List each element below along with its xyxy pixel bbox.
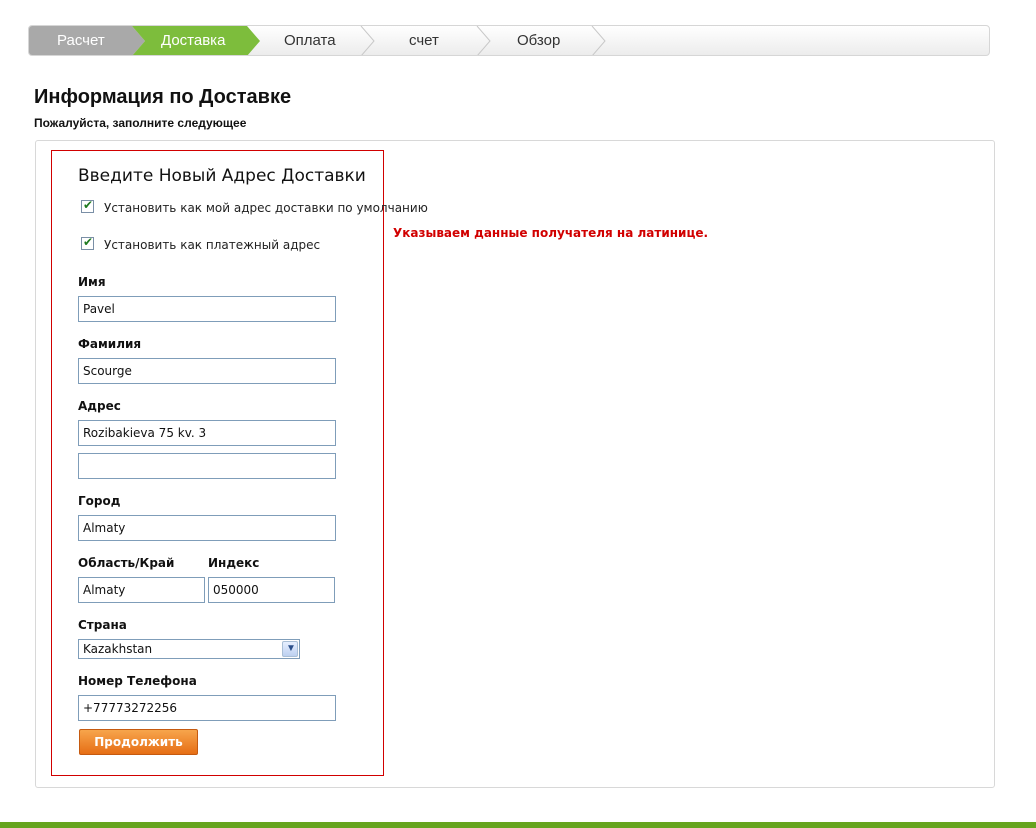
continue-button[interactable]: Продолжить: [79, 729, 198, 755]
city-input[interactable]: Almaty: [78, 515, 336, 541]
region-input[interactable]: Almaty: [78, 577, 205, 603]
form-title: Введите Новый Адрес Доставки: [78, 166, 366, 186]
chevron-down-icon[interactable]: ▼: [282, 641, 298, 657]
phone-label: Номер Телефона: [78, 674, 197, 688]
page-title: Информация по Доставке: [34, 86, 292, 108]
country-select-value: Kazakhstan: [83, 642, 153, 656]
address-label: Адрес: [78, 399, 121, 413]
billing-checkbox[interactable]: ✔: [81, 235, 94, 250]
country-select[interactable]: Kazakhstan ▼: [78, 639, 300, 659]
step-schet: счет: [409, 32, 439, 49]
checkout-steps: Расчет Доставка Оплата счет Обзор: [28, 25, 990, 56]
step-separator: [360, 26, 375, 55]
first-name-label: Имя: [78, 275, 106, 289]
default-shipping-checkbox[interactable]: ✔: [81, 198, 94, 213]
step-obzor: Обзор: [517, 32, 561, 49]
check-mark-icon: ✔: [83, 198, 94, 212]
step-raschet[interactable]: Расчет: [57, 26, 105, 55]
footer-bar: [0, 822, 1036, 828]
last-name-input[interactable]: Scourge: [78, 358, 336, 384]
region-label: Область/Край: [78, 556, 175, 570]
check-mark-icon: ✔: [83, 235, 94, 249]
step-oplata: Оплата: [284, 32, 336, 49]
phone-input[interactable]: +77773272256: [78, 695, 336, 721]
page-subtitle: Пожалуйста, заполните следующее: [34, 116, 247, 130]
zip-input[interactable]: 050000: [208, 577, 335, 603]
default-shipping-label: Установить как мой адрес доставки по умо…: [104, 201, 428, 215]
step-separator: [476, 26, 491, 55]
first-name-input[interactable]: Pavel: [78, 296, 336, 322]
latin-note: Указываем данные получателя на латинице.: [393, 226, 709, 240]
step-separator: [591, 26, 606, 55]
zip-label: Индекс: [208, 556, 260, 570]
city-label: Город: [78, 494, 121, 508]
address-line1-input[interactable]: Rozibakieva 75 kv. 3: [78, 420, 336, 446]
last-name-label: Фамилия: [78, 337, 142, 351]
step-dostavka[interactable]: Доставка: [161, 26, 225, 55]
address-line2-input[interactable]: [78, 453, 336, 479]
country-label: Страна: [78, 618, 127, 632]
billing-label: Установить как платежный адрес: [104, 238, 321, 252]
